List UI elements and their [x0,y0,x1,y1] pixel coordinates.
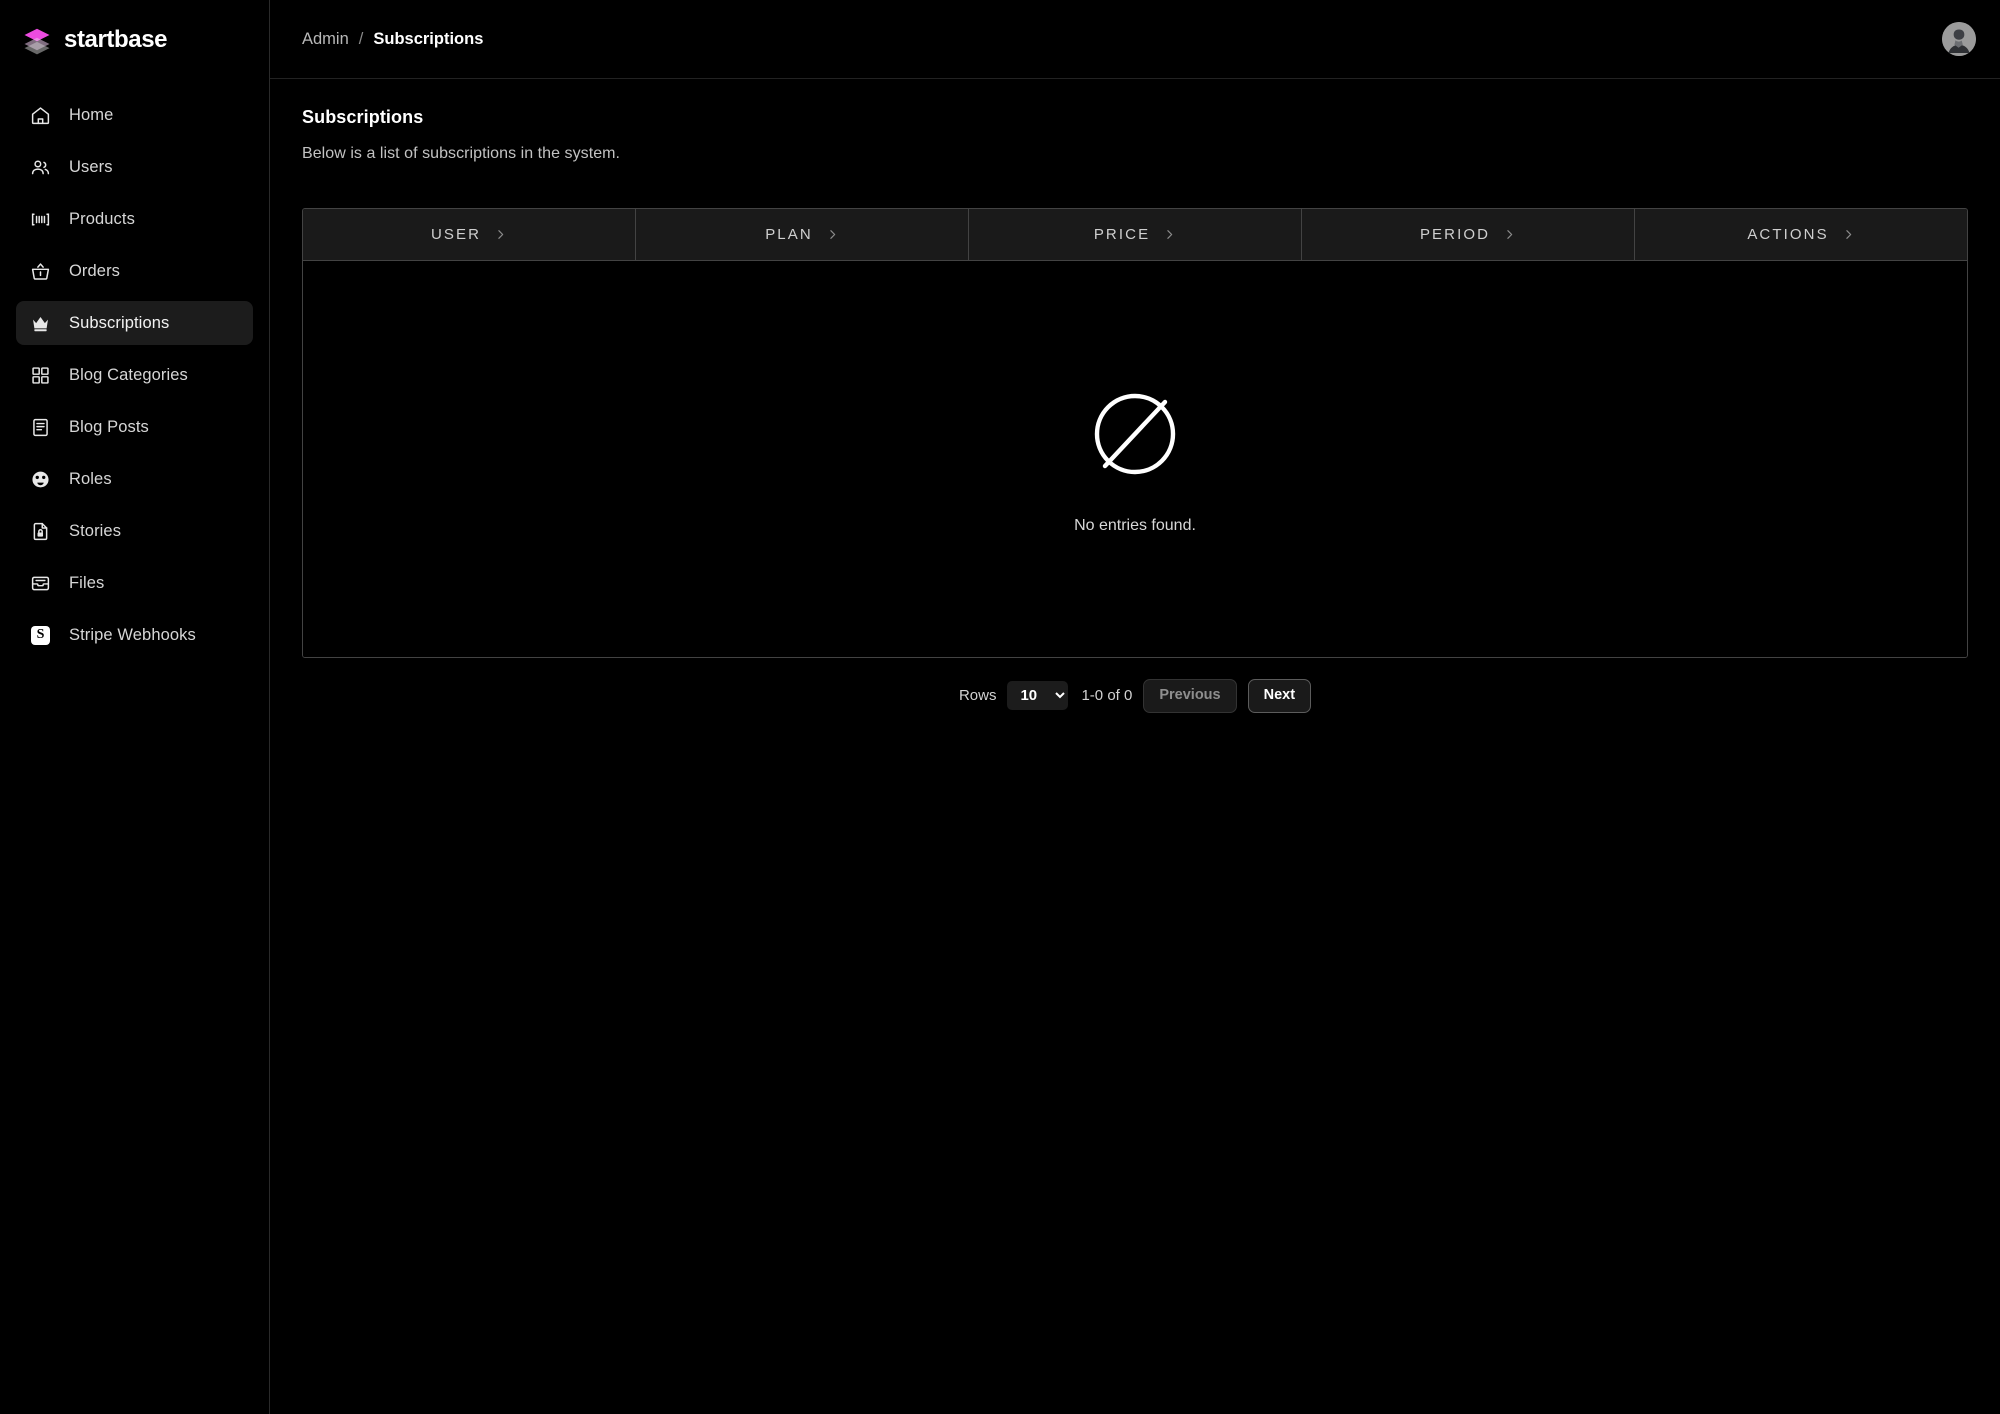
sidebar-item-label: Products [69,209,135,228]
chevron-right-icon [494,228,507,241]
chevron-right-icon [1842,228,1855,241]
sidebar-item-label: Roles [69,469,112,488]
column-header-label: USER [430,226,482,243]
column-header-label: PERIOD [1419,226,1491,243]
page-title: Subscriptions [302,107,424,127]
sidebar-item-stories[interactable]: Stories [16,509,253,553]
sidebar-nav: Home Users Products Orders Subscriptions… [0,79,269,665]
sidebar-item-label: Home [69,105,114,124]
sidebar-item-files[interactable]: Files [16,561,253,605]
basket-icon [30,261,51,282]
pagination: Rows 102550100 1-0 of 0 Previous Next [302,679,1968,713]
pagination-range: 1-0 of 0 [1081,687,1133,705]
subscriptions-table: USER PLAN PRICE PERIOD ACTIONS No entrie… [302,208,1968,658]
table-header-row: USER PLAN PRICE PERIOD ACTIONS [303,209,1967,261]
column-header-label: PLAN [765,226,813,243]
sidebar-item-label: Users [69,157,113,176]
avatar[interactable] [1942,22,1976,56]
sidebar-item-label: Orders [69,261,121,280]
column-header-price[interactable]: PRICE [969,209,1302,260]
sidebar-item-label: Stripe Webhooks [69,625,196,644]
table-body-empty-state: No entries found. [303,261,1967,657]
brand-name: startbase [64,25,168,53]
grid-icon [30,365,51,386]
mask-icon [30,469,51,490]
sidebar-item-subscriptions[interactable]: Subscriptions [16,301,253,345]
sidebar-item-orders[interactable]: Orders [16,249,253,293]
empty-circle-slash-icon [1085,384,1185,484]
brand[interactable]: startbase [0,0,269,79]
rows-per-page-select[interactable]: 102550100 [1007,681,1069,711]
column-header-period[interactable]: PERIOD [1302,209,1635,260]
barcode-icon [30,209,51,230]
page-content: Subscriptions Below is a list of subscri… [270,79,2000,1414]
sidebar-item-label: Blog Categories [69,365,188,384]
topbar: Admin / Subscriptions [270,0,2000,79]
breadcrumb-separator: / [358,29,364,48]
layers-icon [22,25,52,55]
column-header-actions[interactable]: ACTIONS [1635,209,1967,260]
chevron-right-icon [1163,228,1176,241]
column-header-user[interactable]: USER [303,209,636,260]
inbox-icon [30,573,51,594]
column-header-plan[interactable]: PLAN [636,209,969,260]
page-description: Below is a list of subscriptions in the … [302,145,621,162]
article-icon [30,417,51,438]
rows-label: Rows [958,687,997,705]
empty-state-message: No entries found. [1074,516,1196,534]
file-lock-icon [30,521,51,542]
next-page-button[interactable]: Next [1247,679,1312,713]
sidebar-item-label: Files [69,573,105,592]
sidebar-item-stripe-webhooks[interactable]: S Stripe Webhooks [16,613,253,657]
breadcrumb: Admin / Subscriptions [302,30,483,49]
sidebar-item-label: Stories [69,521,122,540]
sidebar-item-roles[interactable]: Roles [16,457,253,501]
stripe-badge: S [31,625,50,645]
main-area: Admin / Subscriptions Subscriptions Belo… [270,0,2000,1414]
sidebar-item-products[interactable]: Products [16,197,253,241]
breadcrumb-current: Subscriptions [373,29,484,48]
sidebar-item-home[interactable]: Home [16,93,253,137]
chevron-right-icon [826,228,839,241]
chevron-right-icon [1503,228,1516,241]
sidebar-item-blog-posts[interactable]: Blog Posts [16,405,253,449]
breadcrumb-root[interactable]: Admin [302,30,349,49]
column-header-label: PRICE [1093,226,1151,243]
stripe-icon: S [30,625,51,646]
users-icon [30,157,51,178]
crown-icon [30,313,51,334]
previous-page-button[interactable]: Previous [1143,679,1237,713]
sidebar-item-label: Blog Posts [69,417,149,436]
column-header-label: ACTIONS [1747,226,1829,243]
sidebar: startbase Home Users Products Orders Sub… [0,0,270,1414]
sidebar-item-blog-categories[interactable]: Blog Categories [16,353,253,397]
sidebar-item-users[interactable]: Users [16,145,253,189]
home-icon [30,105,51,126]
app-root: startbase Home Users Products Orders Sub… [0,0,2000,1414]
sidebar-item-label: Subscriptions [69,313,170,332]
